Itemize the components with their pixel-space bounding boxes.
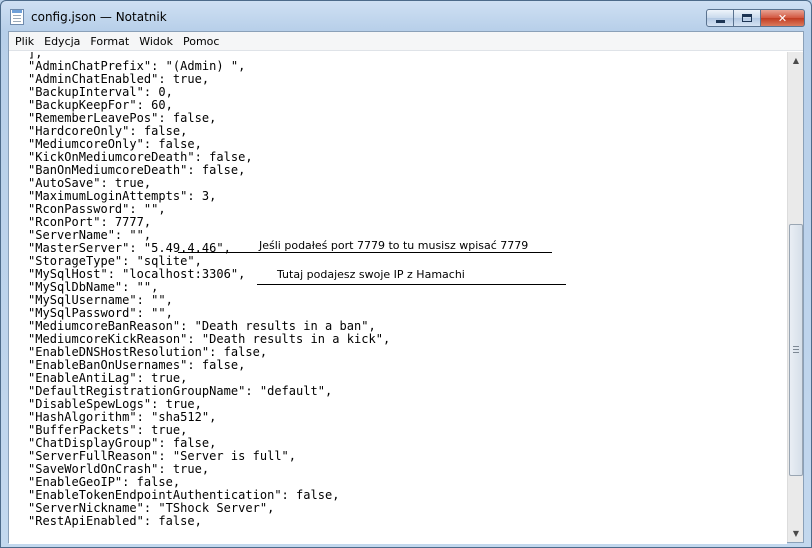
scroll-grip-icon <box>793 346 799 353</box>
scroll-up-arrow-icon[interactable]: ▲ <box>788 52 804 69</box>
menu-widok[interactable]: Widok <box>134 33 178 50</box>
menu-bar: Plik Edycja Format Widok Pomoc <box>9 32 803 51</box>
notepad-window: config.json — Notatnik ✕ Plik Edycja For… <box>0 0 812 548</box>
window-title: config.json — Notatnik <box>31 10 167 24</box>
code-line: "RestApiEnabled": false, <box>28 514 202 528</box>
port-annotation-line <box>178 252 552 253</box>
scroll-thumb[interactable] <box>789 224 803 476</box>
menu-plik[interactable]: Plik <box>10 33 39 50</box>
scroll-down-arrow-icon[interactable]: ▼ <box>788 525 804 542</box>
title-bar[interactable]: config.json — Notatnik ✕ <box>1 1 811 31</box>
port-annotation-text: Jeśli podałeś port 7779 to tu musisz wpi… <box>259 239 529 252</box>
vertical-scrollbar[interactable]: ▲ ▼ <box>787 52 803 542</box>
maximize-button[interactable] <box>734 9 761 27</box>
minimize-button[interactable] <box>706 9 734 27</box>
menu-edycja[interactable]: Edycja <box>39 33 85 50</box>
text-editor[interactable]: ], "AdminChatPrefix": "(Admin) ", "AdminCh… <box>9 52 787 544</box>
client-area: Plik Edycja Format Widok Pomoc ], "AdminC… <box>8 31 804 544</box>
ip-annotation-text: Tutaj podajesz swoje IP z Hamachi <box>277 268 465 281</box>
ip-annotation-line <box>257 284 566 285</box>
menu-format[interactable]: Format <box>85 33 134 50</box>
code-text: ], "AdminChatPrefix": "(Admin) ", "AdminCh… <box>28 52 390 528</box>
close-button[interactable]: ✕ <box>761 9 805 27</box>
maximize-icon <box>742 14 752 22</box>
close-icon: ✕ <box>777 11 788 25</box>
menu-pomoc[interactable]: Pomoc <box>178 33 224 50</box>
minimize-icon <box>715 19 725 23</box>
notepad-app-icon[interactable] <box>10 9 24 25</box>
